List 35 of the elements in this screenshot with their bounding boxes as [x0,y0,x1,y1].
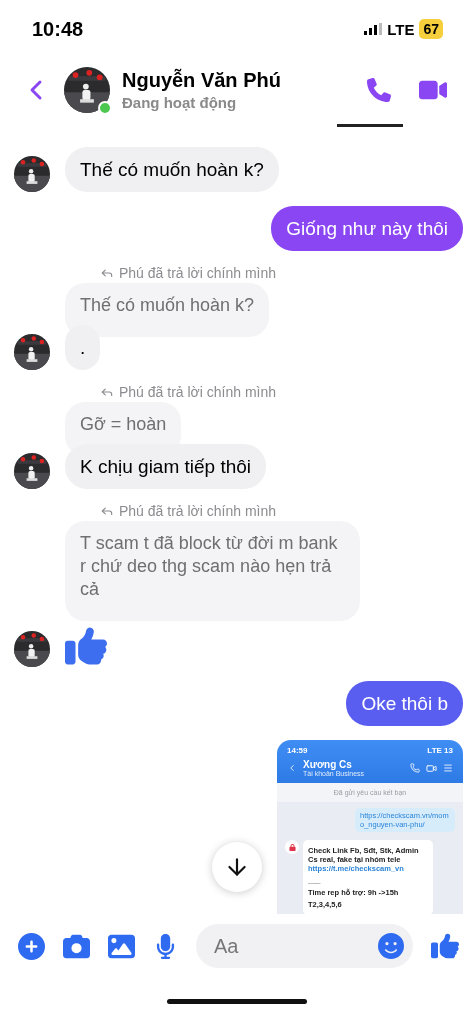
signal-icon [364,23,383,35]
network-label: LTE 13 [427,746,453,755]
status-time: 14:59 [287,746,308,755]
reply-icon [100,504,114,518]
message-bubble: . [65,325,101,370]
phone-icon [410,763,420,773]
quoted-message: Thế có muốn hoàn k? [65,283,270,337]
battery-level: 67 [419,19,443,39]
thumbs-up-icon [65,625,107,667]
contact-name: Nguyễn Văn Phú [122,69,282,92]
active-status: Đang hoạt động [122,94,238,111]
menu-icon [443,763,453,773]
reply-note: Phú đã trả lời chính mình [119,384,277,400]
camera-button[interactable] [63,932,90,960]
reply-icon [100,385,114,399]
like-button[interactable] [431,932,459,960]
scroll-down-button[interactable] [212,842,262,892]
message-bubble: K chịu giam tiếp thôi [65,444,267,489]
message-bubble: Giống như này thôi [271,206,463,251]
reply-icon [100,266,114,280]
reply-note: Phú đã trả lời chính mình [119,265,277,281]
add-button[interactable] [18,932,45,960]
message-bubble: Thế có muốn hoàn k? [65,147,279,192]
status-time: 10:48 [32,17,84,41]
back-icon [287,763,297,773]
reply-note: Phú đã trả lời chính mình [119,503,277,519]
network-label: LTE [387,20,415,38]
lock-icon [285,840,299,854]
video-icon [426,762,437,774]
emoji-icon[interactable] [378,933,404,959]
message-bubble: Oke thôi b [346,681,463,726]
quoted-message: T scam t đã block từ đời m bank r chứ deo thg scam nào hẹn trả cả [65,521,360,621]
message-field[interactable]: Aa [196,924,413,968]
image-button[interactable] [108,932,135,960]
contact-name: Xương Cs [303,759,352,770]
